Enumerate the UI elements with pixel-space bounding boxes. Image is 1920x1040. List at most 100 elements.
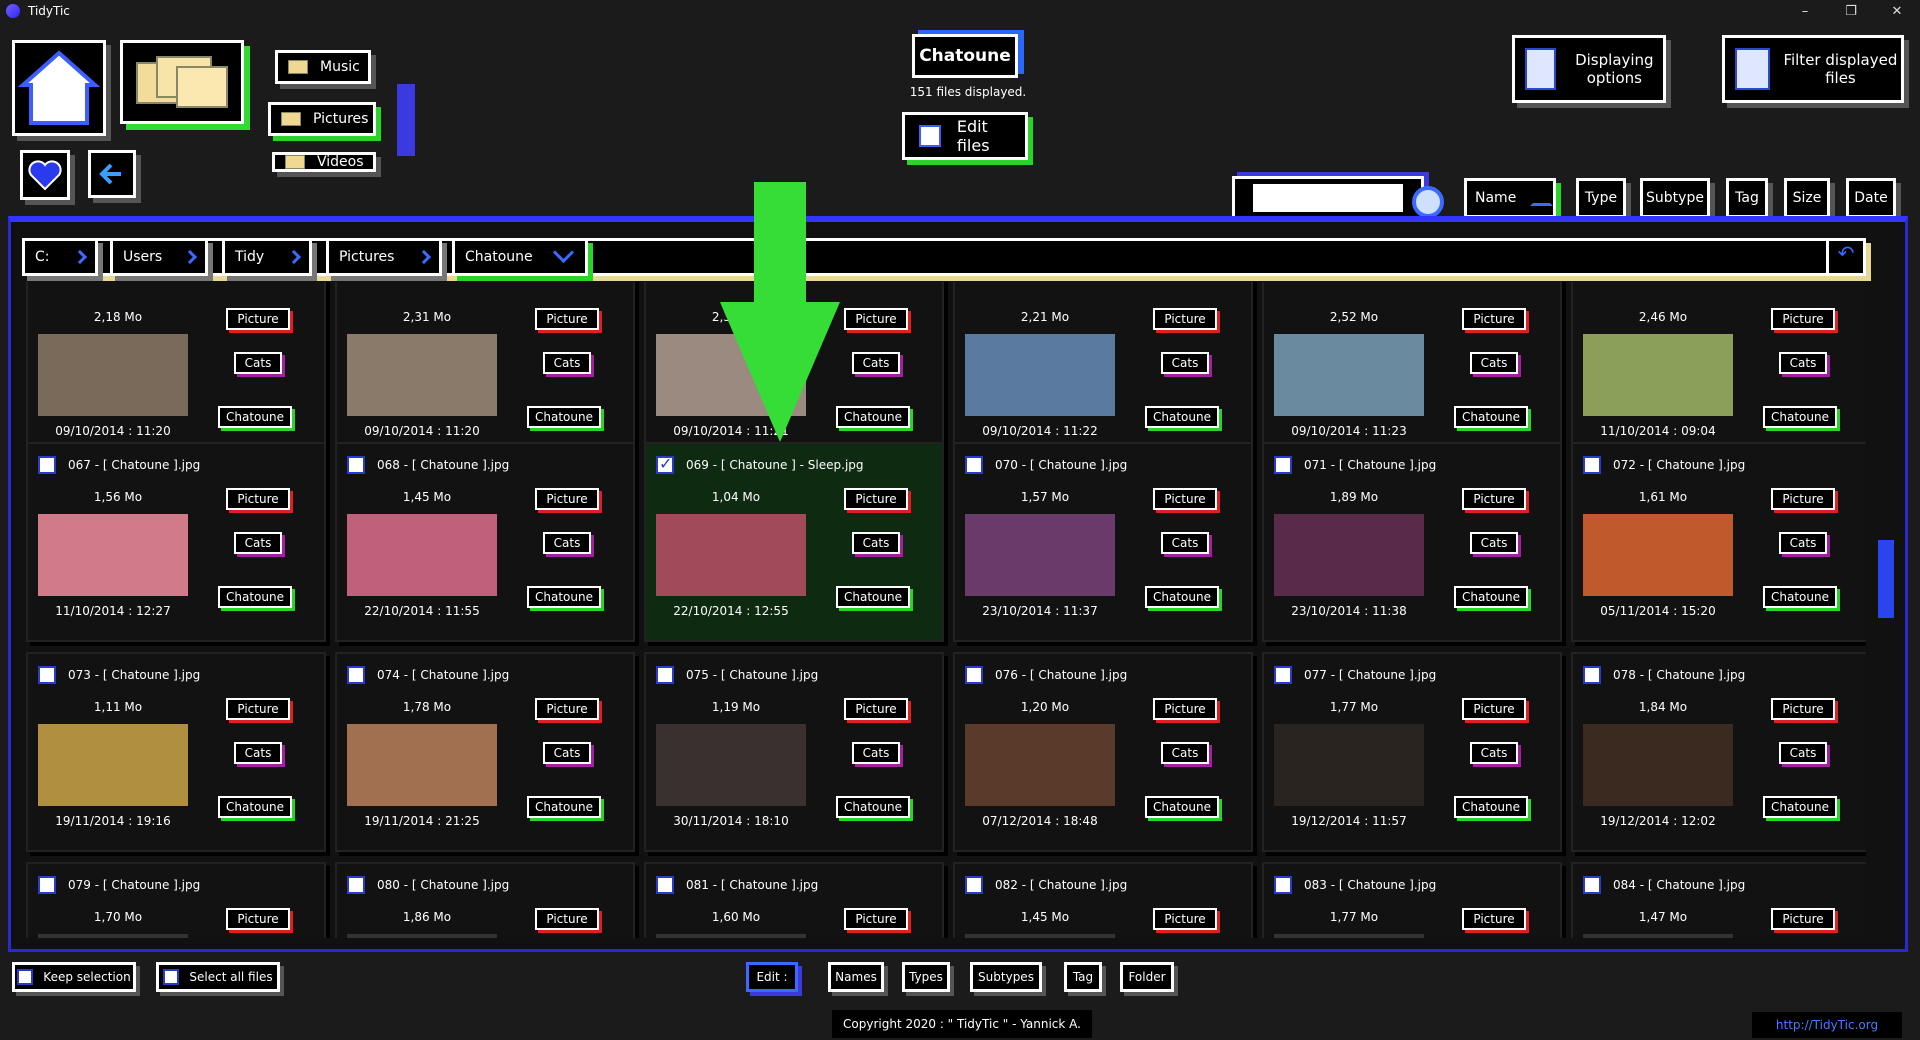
file-checkbox[interactable] (656, 876, 674, 894)
file-card[interactable]: 074 - [ Chatoune ].jpg 1,78 Mo 19/11/2014 … (335, 652, 635, 852)
file-thumbnail[interactable] (1583, 514, 1733, 596)
file-card[interactable]: 077 - [ Chatoune ].jpg 1,77 Mo 19/12/2014 … (1262, 652, 1562, 852)
subtype-badge[interactable]: Cats (543, 532, 591, 554)
type-badge[interactable]: Picture (226, 308, 290, 330)
website-link[interactable]: http://TidyTic.org (1752, 1012, 1902, 1038)
folder-badge[interactable]: Chatoune (1763, 406, 1837, 428)
close-button[interactable]: ✕ (1874, 0, 1920, 22)
home-button[interactable] (12, 40, 106, 136)
breadcrumb-item-c[interactable]: C: (22, 238, 98, 276)
file-checkbox[interactable] (1583, 876, 1601, 894)
type-badge[interactable]: Picture (1771, 698, 1835, 720)
file-checkbox[interactable] (1274, 876, 1292, 894)
file-thumbnail[interactable] (38, 334, 188, 416)
file-thumbnail[interactable] (1583, 934, 1733, 938)
folder-badge[interactable]: Chatoune (527, 796, 601, 818)
folder-badge[interactable]: Chatoune (218, 406, 292, 428)
subtype-badge[interactable]: Cats (1161, 532, 1209, 554)
file-thumbnail[interactable] (347, 514, 497, 596)
file-thumbnail[interactable] (965, 334, 1115, 416)
type-badge[interactable]: Picture (844, 908, 908, 930)
file-thumbnail[interactable] (656, 724, 806, 806)
file-checkbox[interactable] (656, 454, 674, 474)
folder-badge[interactable]: Chatoune (218, 796, 292, 818)
subtype-badge[interactable]: Cats (1470, 742, 1518, 764)
breadcrumb-item-users[interactable]: Users (110, 238, 208, 276)
subtype-badge[interactable]: Cats (1779, 742, 1827, 764)
type-badge[interactable]: Picture (535, 308, 599, 330)
subtype-badge[interactable]: Cats (1470, 532, 1518, 554)
subtype-badge[interactable]: Cats (1470, 352, 1518, 374)
file-thumbnail[interactable] (1274, 334, 1424, 416)
folder-badge[interactable]: Chatoune (836, 796, 910, 818)
file-card[interactable]: 070 - [ Chatoune ].jpg 1,57 Mo 23/10/2014 … (953, 442, 1253, 642)
type-badge[interactable]: Picture (535, 908, 599, 930)
folder-badge[interactable]: Chatoune (218, 586, 292, 608)
file-checkbox[interactable] (347, 666, 365, 684)
sort-type-button[interactable]: Type (1576, 178, 1626, 218)
select-all-button[interactable]: Select all files (156, 962, 280, 992)
edit-subtypes-button[interactable]: Subtypes (970, 962, 1042, 992)
file-thumbnail[interactable] (1274, 724, 1424, 806)
folder-videos[interactable]: Videos (272, 152, 376, 172)
file-thumbnail[interactable] (347, 934, 497, 938)
subtype-badge[interactable]: Cats (234, 742, 282, 764)
file-card[interactable]: 2,18 Mo 09/10/2014 : 11:20 Picture Cats Chat… (26, 282, 326, 462)
file-card[interactable]: 2,52 Mo 09/10/2014 : 11:23 Picture Cats Chat… (1262, 282, 1562, 462)
displaying-options-button[interactable]: Displaying options (1512, 35, 1666, 103)
breadcrumb-item-pictures[interactable]: Pictures (326, 238, 442, 276)
subtype-badge[interactable]: Cats (543, 352, 591, 374)
folder-badge[interactable]: Chatoune (1763, 586, 1837, 608)
undo-button[interactable]: ↶ (1826, 238, 1866, 276)
file-thumbnail[interactable] (965, 934, 1115, 938)
type-badge[interactable]: Picture (1462, 908, 1526, 930)
file-thumbnail[interactable] (1274, 934, 1424, 938)
file-thumbnail[interactable] (1583, 334, 1733, 416)
subtype-badge[interactable]: Cats (234, 352, 282, 374)
folder-badge[interactable]: Chatoune (1763, 796, 1837, 818)
favorites-button[interactable] (20, 150, 70, 200)
folder-pictures[interactable]: Pictures (268, 102, 376, 136)
file-card[interactable]: 075 - [ Chatoune ].jpg 1,19 Mo 30/11/2014 … (644, 652, 944, 852)
file-thumbnail[interactable] (965, 724, 1115, 806)
file-card[interactable]: 069 - [ Chatoune ] - Sleep.jpg 1,04 Mo 22/… (644, 442, 944, 642)
file-checkbox[interactable] (347, 876, 365, 894)
type-badge[interactable]: Picture (844, 308, 908, 330)
file-thumbnail[interactable] (1583, 724, 1733, 806)
type-badge[interactable]: Picture (1462, 308, 1526, 330)
type-badge[interactable]: Picture (1462, 698, 1526, 720)
file-checkbox[interactable] (347, 456, 365, 474)
edit-files-button[interactable]: Edit files (902, 112, 1028, 160)
folder-badge[interactable]: Chatoune (1145, 406, 1219, 428)
filter-files-button[interactable]: Filter displayed files (1722, 35, 1904, 103)
type-badge[interactable]: Picture (844, 698, 908, 720)
file-card[interactable]: 068 - [ Chatoune ].jpg 1,45 Mo 22/10/2014 … (335, 442, 635, 642)
file-card[interactable]: 081 - [ Chatoune ].jpg 1,60 Mo Picture (644, 862, 944, 938)
type-badge[interactable]: Picture (1153, 308, 1217, 330)
folder-badge[interactable]: Chatoune (1145, 796, 1219, 818)
file-card[interactable]: 2,21 Mo 09/10/2014 : 11:22 Picture Cats Chat… (953, 282, 1253, 462)
back-button[interactable] (88, 150, 136, 198)
file-thumbnail[interactable] (38, 934, 188, 938)
edit-types-button[interactable]: Types (902, 962, 950, 992)
subtype-badge[interactable]: Cats (234, 532, 282, 554)
type-badge[interactable]: Picture (844, 488, 908, 510)
file-checkbox[interactable] (965, 876, 983, 894)
subtype-badge[interactable]: Cats (852, 352, 900, 374)
subtype-badge[interactable]: Cats (852, 742, 900, 764)
file-thumbnail[interactable] (965, 514, 1115, 596)
subtype-badge[interactable]: Cats (852, 532, 900, 554)
maximize-button[interactable]: ❐ (1828, 0, 1874, 22)
file-checkbox[interactable] (38, 876, 56, 894)
file-card[interactable]: 076 - [ Chatoune ].jpg 1,20 Mo 07/12/2014 … (953, 652, 1253, 852)
file-card[interactable]: 2,31 Mo 09/10/2014 : 11:20 Picture Cats Chat… (335, 282, 635, 462)
file-card[interactable]: 2,46 Mo 11/10/2014 : 09:04 Picture Cats Chat… (1571, 282, 1866, 462)
file-thumbnail[interactable] (347, 724, 497, 806)
file-card[interactable]: 083 - [ Chatoune ].jpg 1,77 Mo Picture (1262, 862, 1562, 938)
type-badge[interactable]: Picture (1153, 908, 1217, 930)
file-card[interactable]: 080 - [ Chatoune ].jpg 1,86 Mo Picture (335, 862, 635, 938)
file-grid-scrollbar[interactable] (1878, 540, 1894, 618)
folder-badge[interactable]: Chatoune (1454, 796, 1528, 818)
subtype-badge[interactable]: Cats (1779, 352, 1827, 374)
sort-subtype-button[interactable]: Subtype (1640, 178, 1710, 218)
